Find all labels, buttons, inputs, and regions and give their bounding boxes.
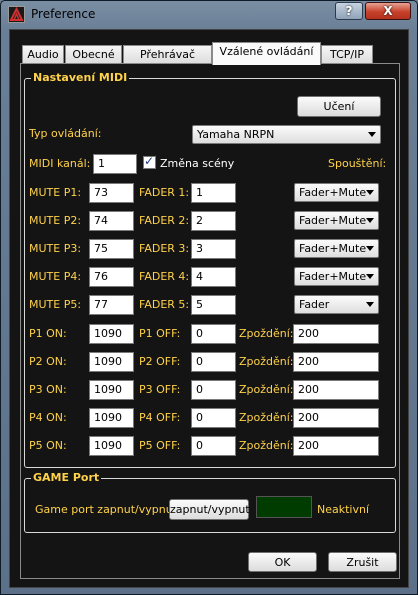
delay-input[interactable]: 200 [293,352,379,372]
app-icon [8,6,25,23]
mute-label: MUTE P4: [29,270,82,283]
window-title: Preference [31,7,96,21]
fader-label: FADER 3: [139,242,190,255]
game-port-toggle-button[interactable]: zapnut/vypnut [169,499,250,520]
trigger-select[interactable]: Fader [294,295,379,314]
fader-label: FADER 5: [139,298,190,311]
fader-input[interactable]: 4 [191,267,236,287]
off-label: P1 OFF: [139,327,181,340]
delay-input[interactable]: 200 [293,408,379,428]
midi-group-title: Nastavení MIDI [31,71,130,84]
delay-input[interactable]: 200 [293,380,379,400]
trigger-select[interactable]: Fader+Mute [294,267,379,286]
preference-window: Preference ? X Audio Obecné Přehrávač Vz… [0,0,418,595]
tab-pane: Nastavení MIDI Učení Typ ovládání: Yamah… [20,63,400,579]
game-port-status-text: Neaktivní [317,503,370,516]
trigger-value: Fader+Mute [299,214,367,227]
mute-input[interactable]: 74 [89,211,134,231]
chevron-down-icon [366,302,374,307]
scene-change-checkbox[interactable]: ✓ [143,154,156,169]
midi-channel-label: MIDI kanál: [29,157,91,170]
delay-label: Zpoždění: [239,411,294,424]
mute-input[interactable]: 75 [89,239,134,259]
tab-tcpip[interactable]: TCP/IP [321,45,373,64]
off-input[interactable]: 0 [191,408,236,428]
trigger-value: Fader+Mute [299,186,367,199]
delay-label: Zpoždění: [239,327,294,340]
learn-button[interactable]: Učení [297,96,381,117]
off-input[interactable]: 0 [191,324,236,344]
game-port-group: GAME Port Game port zapnut/vypnut: zapnu… [24,471,396,533]
tab-audio[interactable]: Audio [22,45,64,64]
control-type-select[interactable]: Yamaha NRPN [192,125,381,144]
scene-change-label: Změna scény [160,157,235,170]
on-input[interactable]: 1090 [89,352,134,372]
game-port-toggle-label: Game port zapnut/vypnut: [35,503,181,516]
mute-label: MUTE P5: [29,298,82,311]
chevron-down-icon [366,274,374,279]
tab-player[interactable]: Přehrávač [123,45,212,64]
off-label: P2 OFF: [139,355,181,368]
fader-input[interactable]: 3 [191,239,236,259]
chevron-down-icon [366,218,374,223]
delay-label: Zpoždění: [239,383,294,396]
midi-group: Nastavení MIDI Učení Typ ovládání: Yamah… [24,71,396,468]
fader-label: FADER 2: [139,214,190,227]
trigger-select[interactable]: Fader+Mute [294,211,379,230]
fader-input[interactable]: 1 [191,183,236,203]
off-label: P3 OFF: [139,383,181,396]
title-bar[interactable]: Preference ? X [1,1,417,29]
control-type-value: Yamaha NRPN [197,128,275,141]
control-type-label: Typ ovládání: [29,127,102,140]
chevron-down-icon [366,190,374,195]
chevron-down-icon [368,132,376,137]
delay-label: Zpoždění: [239,439,294,452]
tab-remote-control[interactable]: Vzálené ovládání [212,42,321,65]
fader-input[interactable]: 5 [191,295,236,315]
mute-input[interactable]: 77 [89,295,134,315]
on-label: P2 ON: [29,355,67,368]
mute-label: MUTE P1: [29,186,82,199]
midi-channel-input[interactable]: 1 [93,154,137,174]
mute-label: MUTE P3: [29,242,82,255]
trigger-select[interactable]: Fader+Mute [294,239,379,258]
fader-label: FADER 4: [139,270,190,283]
cancel-button[interactable]: Zrušit [328,552,397,572]
delay-label: Zpoždění: [239,355,294,368]
off-label: P5 OFF: [139,439,181,452]
trigger-value: Fader+Mute [299,270,367,283]
on-label: P4 ON: [29,411,67,424]
on-label: P3 ON: [29,383,67,396]
mute-input[interactable]: 76 [89,267,134,287]
trigger-value: Fader [299,298,330,311]
on-input[interactable]: 1090 [89,436,134,456]
game-port-status-indicator [256,496,312,518]
on-input[interactable]: 1090 [89,408,134,428]
on-label: P1 ON: [29,327,67,340]
on-input[interactable]: 1090 [89,380,134,400]
dialog-client: Audio Obecné Přehrávač Vzálené ovládání … [9,29,409,588]
delay-input[interactable]: 200 [293,436,379,456]
trigger-value: Fader+Mute [299,242,367,255]
fader-input[interactable]: 2 [191,211,236,231]
tab-general[interactable]: Obecné [65,45,122,64]
ok-button[interactable]: OK [248,552,317,572]
mute-input[interactable]: 73 [89,183,134,203]
on-input[interactable]: 1090 [89,324,134,344]
off-input[interactable]: 0 [191,436,236,456]
trigger-select[interactable]: Fader+Mute [294,183,379,202]
mute-label: MUTE P2: [29,214,82,227]
delay-input[interactable]: 200 [293,324,379,344]
off-input[interactable]: 0 [191,352,236,372]
chevron-down-icon [366,246,374,251]
on-label: P5 ON: [29,439,67,452]
close-button[interactable]: X [365,2,411,20]
off-input[interactable]: 0 [191,380,236,400]
help-button[interactable]: ? [335,2,363,20]
game-port-group-title: GAME Port [31,471,102,484]
fader-label: FADER 1: [139,186,190,199]
checkmark-icon: ✓ [144,154,155,168]
off-label: P4 OFF: [139,411,181,424]
trigger-label: Spouštění: [328,157,387,170]
